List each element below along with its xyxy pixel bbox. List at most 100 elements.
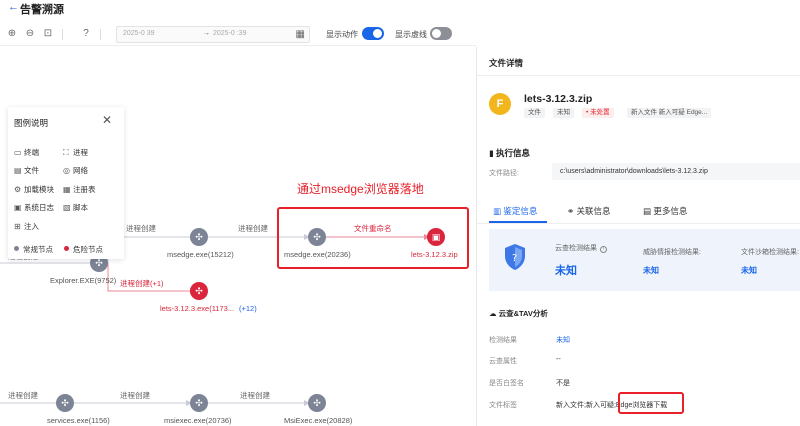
legend-item: ⛶ 进程 [63, 148, 88, 157]
help-icon[interactable]: ? [80, 28, 92, 40]
tag: 新入文件 新入可疑 Edge... [627, 108, 712, 118]
exec-info-title: ▮ 执行信息 [489, 148, 531, 158]
file-name: lets-3.12.3.zip [524, 93, 593, 105]
show-action-toggle[interactable] [362, 27, 384, 40]
row-value: -- [556, 356, 561, 363]
file-detail-panel: 文件详情 F lets-3.12.3.zip 文件 未知 • 未处置 新入文件 … [477, 47, 800, 426]
terminal-icon: ▭ [14, 148, 22, 157]
edge-label: 进程创建 [126, 224, 156, 233]
document-icon: ▮ [489, 148, 497, 158]
divider [477, 75, 800, 76]
cloud-result-label: 云查检测结果 i [555, 243, 607, 253]
toolbar-divider [62, 29, 63, 40]
annotation-box [618, 392, 684, 414]
normal-dot-icon [14, 246, 19, 251]
node-label: lets-3.12.3.exe(1173... [160, 304, 235, 313]
more-nodes-link[interactable]: (+12) [239, 304, 257, 313]
intel-result-value: 未知 [643, 266, 659, 275]
zip-file-icon: F [489, 93, 511, 115]
zoom-out-icon[interactable]: ⊖ [24, 28, 36, 40]
tav-title: ☁ 云查&TAV分析 [489, 309, 548, 318]
legend-danger-node: 危险节点 [64, 244, 103, 255]
process-node-icon[interactable]: ✣ [190, 394, 208, 412]
node-label: MsiExec.exe(20828) [284, 416, 353, 425]
danger-dot-icon [64, 246, 69, 251]
divider [477, 223, 800, 224]
process-icon: ⛶ [63, 148, 69, 157]
node-label: msedge.exe(15212) [167, 250, 234, 259]
verdict-card [489, 229, 800, 291]
legend-panel: 图例说明 ✕ ▭ 终端 ⛶ 进程 ▤ 文件 ◎ 网络 ⚙ 加载模块 ▦ 注册表 ▣ 系统日志 … [8, 107, 124, 259]
node-label: Explorer.EXE(9752) [50, 276, 117, 285]
edge-label: 进程创建 [238, 224, 268, 233]
legend-normal-node: 常规节点 [14, 244, 53, 255]
danger-node-icon[interactable]: ✣ [190, 282, 208, 300]
path-value: c:\users\administrator\downloads\lets-3.… [552, 163, 800, 180]
time-range-picker[interactable]: 2025-0 39 → 2025-0 :39 ▦ [116, 26, 310, 43]
registry-icon: ▦ [63, 185, 71, 194]
shield-icon: ? [505, 244, 525, 270]
row-value: 未知 [556, 337, 570, 344]
time-end: 2025-0 :39 [213, 30, 247, 37]
calendar-icon[interactable]: ▦ [296, 29, 305, 40]
legend-item: ▦ 注册表 [63, 185, 96, 194]
tag: 未知 [553, 108, 574, 118]
tab-related[interactable]: ⚭ 关联信息 [567, 205, 611, 217]
active-tab-indicator [489, 221, 547, 223]
legend-item: ⚙ 加载模块 [14, 185, 54, 194]
edge-label: 进程创建 [8, 391, 38, 400]
fit-view-icon[interactable]: ⊡ [42, 28, 54, 40]
edge-label: 进程创建(+1) [120, 279, 164, 288]
row-key: 云查属性 [489, 358, 517, 365]
row-key: 文件标签 [489, 402, 517, 409]
node-label: msiexec.exe(20736) [164, 416, 232, 425]
panel-title: 文件详情 [489, 58, 524, 68]
time-start: 2025-0 39 [123, 30, 155, 37]
show-action-label: 显示动作 [326, 30, 358, 39]
legend-title: 图例说明 [14, 118, 49, 128]
toolbar: ⊕ ⊖ ⊡ ? 2025-0 39 → 2025-0 :39 ▦ 显示动作 显示… [0, 22, 476, 46]
legend-item: ▭ 终端 [14, 148, 39, 157]
status-badge: • 未处置 [582, 108, 614, 118]
sandbox-result-label: 文件沙箱检测结果: [741, 249, 799, 256]
legend-item: ◎ 网络 [63, 166, 88, 175]
svg-text:?: ? [512, 253, 517, 264]
graph-canvas[interactable]: 进程创建 进程创建 进程创建 进程创建(+1) 文件重命名 ✣ Explorer… [0, 47, 476, 426]
inject-icon: ⊞ [14, 222, 21, 231]
edge-label: 进程创建 [120, 391, 150, 400]
show-dashed-label: 显示虚线 [395, 30, 427, 39]
header: ← 告警溯源 [0, 0, 800, 18]
script-icon: ▧ [63, 203, 71, 212]
show-dashed-toggle[interactable] [430, 27, 452, 40]
process-node-icon[interactable]: ✣ [190, 228, 208, 246]
arrow-left-icon[interactable]: ← [8, 1, 19, 13]
tab-more[interactable]: ▤ 更多信息 [643, 205, 687, 217]
process-node-icon[interactable]: ✣ [308, 394, 326, 412]
toolbar-divider [100, 29, 101, 40]
cloud-icon: ☁ [489, 309, 499, 318]
tab-identify[interactable]: ▥ 鉴定信息 [493, 205, 537, 217]
page-title: 告警溯源 [20, 4, 64, 16]
annotation-text: 通过msedge浏览器落地 [297, 182, 424, 196]
module-icon: ⚙ [14, 185, 22, 194]
row-key: 检测结果 [489, 337, 517, 344]
legend-item: ▧ 脚本 [63, 203, 88, 212]
row-value: 不是 [556, 380, 570, 387]
intel-result-label: 威胁情报检测结果: [643, 249, 701, 256]
sandbox-result-value: 未知 [741, 266, 757, 275]
cloud-result-value: 未知 [555, 265, 577, 277]
network-icon: ◎ [63, 166, 70, 175]
node-label: services.exe(1156) [47, 416, 110, 425]
zoom-in-icon[interactable]: ⊕ [6, 28, 18, 40]
close-icon[interactable]: ✕ [102, 113, 112, 127]
syslog-icon: ▣ [14, 203, 22, 212]
annotation-box [277, 207, 469, 269]
legend-item: ⊞ 注入 [14, 222, 39, 231]
legend-item: ▣ 系统日志 [14, 203, 54, 212]
barcode-icon: ▥ [493, 206, 504, 216]
list-icon: ▤ [643, 206, 654, 216]
tag: 文件 [524, 108, 545, 118]
info-icon[interactable]: i [600, 246, 607, 253]
process-node-icon[interactable]: ✣ [56, 394, 74, 412]
legend-item: ▤ 文件 [14, 166, 39, 175]
